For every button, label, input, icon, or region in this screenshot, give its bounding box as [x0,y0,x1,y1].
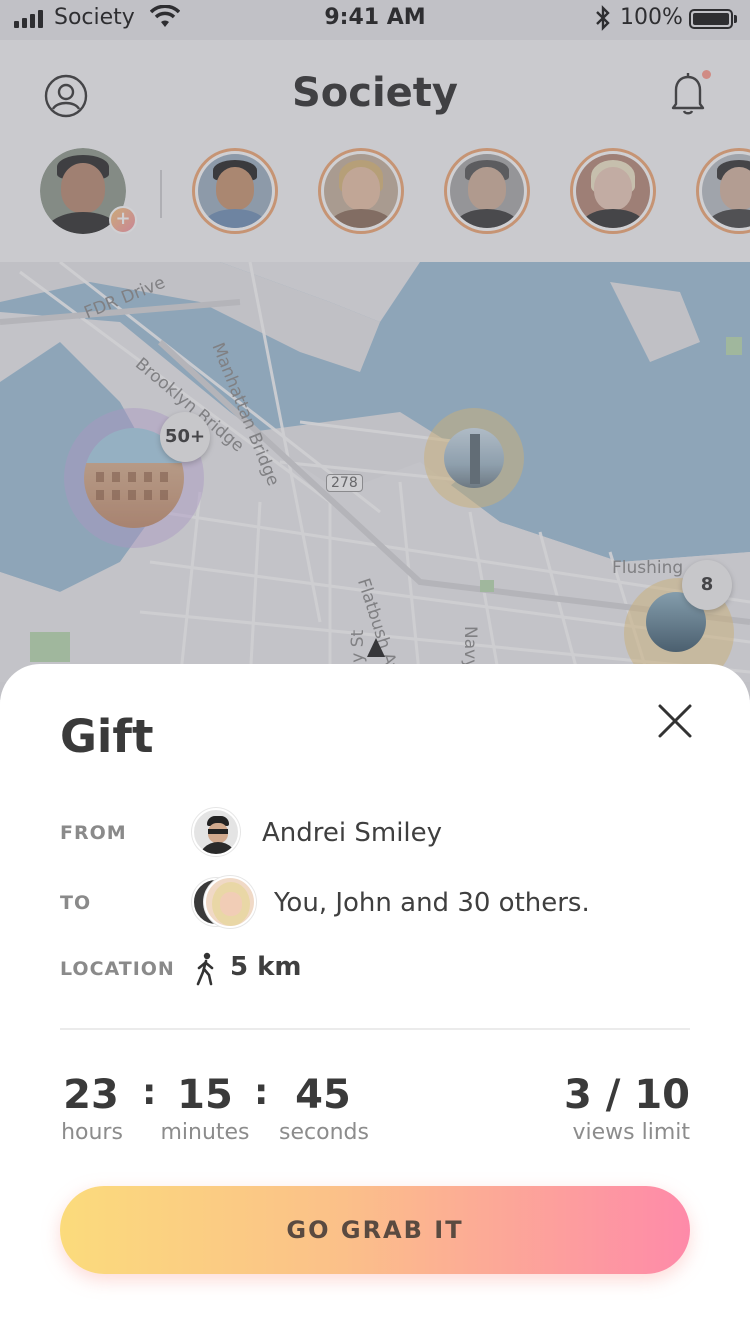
timer-seconds-label: seconds [279,1120,369,1145]
sheet-title: Gift [60,710,154,763]
distance-value: 5 km [230,952,302,982]
timer-hours: 23 [63,1072,119,1118]
timer-minutes-label: minutes [160,1120,250,1145]
sender-name[interactable]: Andrei Smiley [262,818,442,848]
sender-avatar[interactable] [192,808,240,856]
modal-backdrop[interactable] [0,0,750,700]
walking-icon [196,952,214,986]
views-count: 3 / 10 [564,1072,690,1118]
close-icon[interactable] [654,700,696,742]
recipients-text[interactable]: You, John and 30 others. [274,888,590,918]
timer-separator: : [254,1072,269,1113]
to-label: TO [60,892,92,914]
location-label: LOCATION [60,958,175,980]
timer-seconds: 45 [295,1072,351,1118]
timer-minutes: 15 [177,1072,233,1118]
from-label: FROM [60,822,127,844]
go-grab-it-button[interactable]: GO GRAB IT [60,1186,690,1274]
timer-separator: : [142,1072,157,1113]
views-limit-label: views limit [572,1120,690,1145]
timer-hours-label: hours [61,1120,123,1145]
recipient-avatar[interactable] [204,876,256,928]
section-divider [60,1028,690,1030]
